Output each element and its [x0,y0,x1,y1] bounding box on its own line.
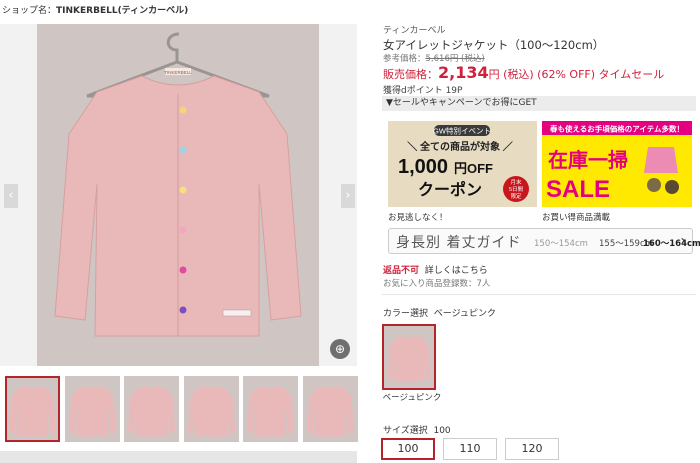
size-guide-opt1[interactable]: 150〜154cm [534,237,588,249]
returns-link[interactable]: 詳しくはこちら [425,266,488,276]
thumbnail[interactable] [184,376,239,442]
shop-label: ショップ名： [2,6,57,16]
thumbnail[interactable] [243,376,298,442]
gallery-prev-button[interactable]: ‹ [4,184,18,208]
banner1-unit: 円OFF [454,161,493,176]
size-selection: サイズ選択 100 [383,423,451,436]
banner2-top: 春も使えるお手頃価格のアイテム多数！ [550,124,684,134]
returns-label: 返品不可 [383,266,420,276]
banner2-caption: お買い得商品満載 [542,213,611,223]
gw-coupon-banner[interactable]: GW特別イベント ＼ 全ての商品が対象 ／ 1,000 円OFF クーポン 月末… [388,121,537,207]
banner1-line1: ＼ 全ての商品が対象 ／ [407,140,513,153]
size-option[interactable]: 110 [443,438,497,460]
size-guide-label: 身長別 着丈ガイド [396,235,522,251]
sale-banner[interactable]: 春も使えるお手頃価格のアイテム多数！ 在庫一掃 SALE [542,121,692,207]
color-value: ベージュピンク [433,309,496,319]
photo-tag-text: TINKERBELL [164,70,192,75]
sale-price-value: 2,134 [438,63,489,82]
chevron-right-icon: › [345,188,351,203]
color-swatch-beige-pink[interactable] [382,324,436,390]
color-selection: カラー選択 ベージュピンク [383,306,496,319]
swatch-caption: ベージュピンク [382,393,442,403]
size-guide-bar[interactable]: 身長別 着丈ガイド 150〜154cm 155〜159cm 160〜164cm › [388,228,700,254]
thumbnail[interactable] [65,376,120,442]
zoom-button[interactable]: ⊕ [330,339,350,359]
sale-price: 販売価格：2,134円 (税込) (62% OFF) タイムセール [383,63,664,82]
product-title: 女アイレットジャケット（100〜120cm） [383,38,605,52]
points: 獲得dポイント 19P [383,86,463,96]
favorites-count: お気に入り商品登録数：7人 [383,279,491,289]
brand-name[interactable]: ティンカーベル [383,23,445,36]
shop-link[interactable]: TINKERBELL(ティンカーベル) [56,6,188,16]
thumbnail-scrollbar[interactable] [0,451,357,463]
campaign-toggle[interactable]: ▼セールやキャンペーンでお得にGET [382,96,696,111]
banner1-amount: 1,000 [398,156,448,178]
thumbnail[interactable] [5,376,60,442]
banner2-title: 在庫一掃 [548,148,628,172]
shop-name: ショップ名：TINKERBELL(ティンカーベル) [2,3,188,16]
banner1-caption: お見逃しなく！ [388,213,448,223]
bag-icon [644,147,678,173]
banner1-tag: GW特別イベント [433,126,491,136]
chevron-right-icon[interactable]: › [680,233,686,249]
divider [382,294,696,295]
size-label: サイズ選択 [383,426,428,436]
main-product-photo[interactable]: TINKERBELL [37,24,319,366]
banner2-sale: SALE [546,176,610,203]
watch-icon [647,178,661,192]
thumbnail[interactable] [303,376,358,442]
zoom-icon: ⊕ [334,342,346,356]
banner1-badge-2: 5日間 [509,186,524,193]
banner1-badge-1: 月末 [510,178,522,186]
chevron-left-icon: ‹ [8,188,14,203]
gallery-next-button[interactable]: › [341,184,355,208]
size-guide-opt3[interactable]: 160〜164cm [643,237,700,249]
banner1-coupon: クーポン [418,180,482,199]
sale-price-suffix: 円 (税込) (62% OFF) タイムセール [488,68,665,81]
returns-info: 返品不可 詳しくはこちら [383,263,488,276]
color-label: カラー選択 [383,309,429,319]
size-option[interactable]: 100 [381,438,435,460]
sale-price-label: 販売価格： [383,68,438,81]
banner1-badge-3: 限定 [510,192,522,200]
size-option[interactable]: 120 [505,438,559,460]
size-value: 100 [433,426,451,436]
thumbnail[interactable] [124,376,179,442]
